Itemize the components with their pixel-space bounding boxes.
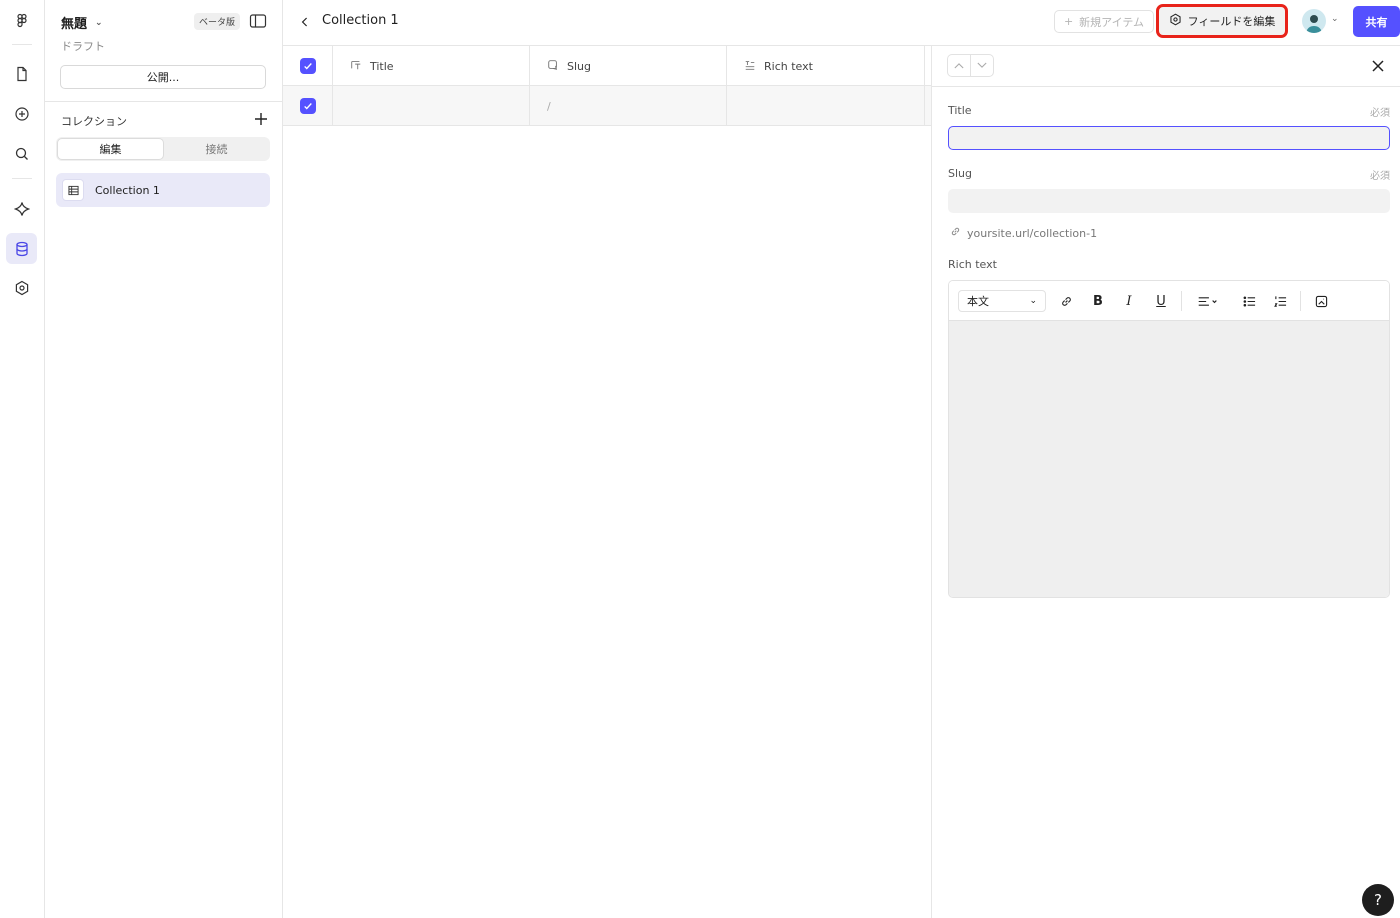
required-label: 必須: [1370, 108, 1390, 119]
column-header-title[interactable]: Title: [333, 46, 530, 86]
figma-logo-icon[interactable]: [6, 5, 37, 36]
required-label: 必須: [1370, 171, 1390, 182]
rich-text-toolbar: 本文 ⌄ B I U: [949, 281, 1389, 321]
cell-slug[interactable]: /: [530, 86, 727, 126]
collection-item-label: Collection 1: [95, 183, 160, 197]
table-row[interactable]: /: [283, 86, 931, 126]
slug-field-label: Slug: [948, 167, 972, 180]
column-header-rich-text[interactable]: Rich text: [727, 46, 925, 86]
help-button[interactable]: ?: [1362, 884, 1394, 916]
add-collection-icon[interactable]: [252, 110, 270, 128]
text-format-select[interactable]: 本文 ⌄: [958, 290, 1046, 312]
insert-icon[interactable]: [6, 98, 37, 129]
plus-icon: +: [1063, 15, 1074, 28]
divider: [45, 101, 283, 102]
tab-connect[interactable]: 接続: [164, 138, 269, 160]
project-name: 無題: [61, 17, 88, 32]
select-all-checkbox[interactable]: [299, 58, 316, 74]
plugins-icon[interactable]: [6, 193, 37, 224]
back-icon[interactable]: [297, 14, 313, 30]
cell-rich-text[interactable]: [727, 86, 925, 126]
rich-text-content[interactable]: [949, 321, 1389, 597]
tab-edit[interactable]: 編集: [57, 138, 164, 160]
column-label: Rich text: [764, 59, 813, 73]
publish-button[interactable]: 公開...: [60, 65, 266, 89]
chevron-down-icon[interactable]: [970, 55, 993, 76]
slug-input[interactable]: [948, 189, 1390, 213]
slug-field-icon: [547, 59, 559, 74]
divider: [932, 86, 1400, 87]
edit-fields-label: フィールドを編集: [1187, 15, 1276, 28]
slug-url-preview: yoursite.url/collection-1: [950, 226, 1097, 240]
table-icon: [62, 179, 84, 201]
image-icon[interactable]: [1311, 291, 1331, 311]
icon-rail: [0, 0, 45, 918]
new-item-button[interactable]: + 新規アイテム: [1054, 10, 1154, 33]
column-label: Title: [370, 59, 394, 73]
share-button[interactable]: 共有: [1353, 6, 1400, 37]
title-field-label: Title: [948, 104, 972, 117]
header-bar: Collection 1 + 新規アイテム フィールドを編集 ⌄ 共有: [283, 0, 1400, 46]
select-all-cell: [283, 46, 333, 86]
draft-status: ドラフト: [61, 40, 105, 53]
page-icon[interactable]: [6, 58, 37, 89]
underline-icon[interactable]: U: [1151, 291, 1171, 311]
link-icon[interactable]: [1056, 291, 1076, 311]
cell-title[interactable]: [333, 86, 530, 126]
link-icon: [950, 226, 961, 240]
collections-mode-tabs: 編集 接続: [56, 137, 270, 161]
chevron-up-icon[interactable]: [948, 55, 970, 76]
collections-heading: コレクション: [61, 115, 127, 128]
table-header-row: Title Slug Rich text: [283, 46, 931, 86]
item-navigation: [947, 54, 994, 77]
close-icon[interactable]: [1370, 58, 1386, 74]
title-input[interactable]: [948, 126, 1390, 150]
rich-text-field-label: Rich text: [948, 258, 997, 271]
item-editor-panel: Title 必須 Slug 必須 yoursite.url/collection…: [932, 46, 1400, 918]
align-icon[interactable]: [1191, 291, 1225, 311]
settings-icon[interactable]: [6, 272, 37, 303]
bold-icon[interactable]: B: [1088, 291, 1108, 311]
page-title: Collection 1: [322, 13, 399, 28]
chevron-down-icon[interactable]: ⌄: [1331, 14, 1339, 24]
column-header-slug[interactable]: Slug: [530, 46, 727, 86]
italic-icon[interactable]: I: [1119, 291, 1139, 311]
row-select-cell: [283, 86, 333, 126]
database-icon[interactable]: [6, 233, 37, 264]
avatar[interactable]: [1302, 9, 1326, 33]
row-checkbox[interactable]: [299, 98, 316, 114]
left-panel: 無題 ⌄ ベータ版 ドラフト 公開... コレクション 編集 接続 Collec…: [45, 0, 283, 918]
text-format-value: 本文: [967, 295, 989, 308]
new-item-label: 新規アイテム: [1079, 15, 1145, 29]
chevron-down-icon: ⌄: [95, 17, 103, 28]
column-label: Slug: [567, 59, 591, 73]
project-title[interactable]: 無題 ⌄: [61, 13, 103, 32]
search-icon[interactable]: [6, 138, 37, 169]
numbered-list-icon[interactable]: [1270, 291, 1290, 311]
slug-url-text: yoursite.url/collection-1: [967, 226, 1098, 240]
gear-icon: [1169, 13, 1182, 29]
rich-text-editor: 本文 ⌄ B I U: [948, 280, 1390, 598]
title-field-icon: [350, 59, 362, 74]
chevron-down-icon: ⌄: [1029, 296, 1037, 306]
sidebar-toggle-icon[interactable]: [249, 13, 267, 29]
collection-item[interactable]: Collection 1: [56, 173, 270, 207]
beta-badge: ベータ版: [194, 13, 241, 30]
bulleted-list-icon[interactable]: [1239, 291, 1259, 311]
rich-text-field-icon: [744, 59, 756, 74]
collection-table: Title Slug Rich text /: [283, 46, 931, 126]
edit-fields-button[interactable]: フィールドを編集: [1156, 4, 1288, 38]
